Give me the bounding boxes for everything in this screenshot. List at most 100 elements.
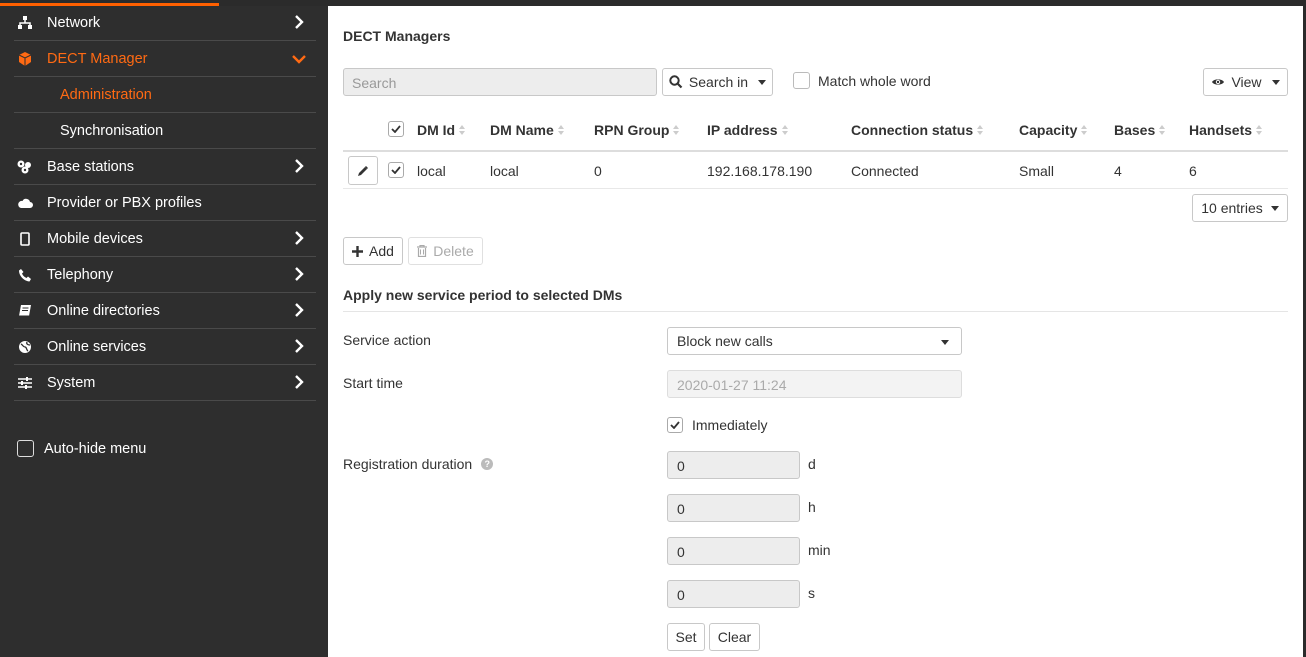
add-label: Add bbox=[369, 243, 394, 259]
unit-hours-label: h bbox=[808, 499, 816, 515]
column-header-dm-id[interactable]: DM Id bbox=[417, 122, 466, 138]
column-header-bases[interactable]: Bases bbox=[1114, 122, 1166, 138]
search-input[interactable]: Search bbox=[343, 68, 657, 96]
immediately-option[interactable]: Immediately bbox=[667, 417, 767, 433]
sidebar-item-mobile-devices[interactable]: Mobile devices bbox=[14, 221, 316, 257]
caret-down-icon bbox=[1270, 205, 1279, 211]
cell-handsets: 6 bbox=[1189, 163, 1197, 179]
base-stations-icon bbox=[15, 159, 35, 175]
cube-icon bbox=[15, 51, 35, 67]
start-time-label: Start time bbox=[343, 375, 403, 391]
check-icon bbox=[391, 166, 401, 174]
entries-label: 10 entries bbox=[1201, 200, 1263, 216]
cloud-icon bbox=[15, 195, 35, 211]
search-icon bbox=[669, 75, 683, 89]
registration-duration: Registration duration ? bbox=[343, 456, 494, 472]
sort-icon bbox=[1081, 125, 1088, 135]
sort-icon bbox=[1256, 125, 1263, 135]
pencil-icon bbox=[358, 165, 368, 176]
service-action-select[interactable]: Block new calls bbox=[667, 327, 962, 355]
row-checkbox[interactable] bbox=[388, 162, 404, 178]
sort-icon bbox=[781, 125, 789, 135]
eye-icon bbox=[1212, 79, 1225, 85]
autohide-toggle[interactable]: Auto-hide menu bbox=[17, 440, 146, 457]
sidebar-item-telephony[interactable]: Telephony bbox=[14, 257, 316, 293]
cell-connection-status: Connected bbox=[851, 163, 919, 179]
match-whole-word[interactable]: Match whole word bbox=[793, 72, 931, 89]
sidebar: Network DECT Manager Administration Sync… bbox=[0, 6, 328, 657]
sidebar-item-label: Online directories bbox=[47, 302, 160, 319]
cell-dm-id: local bbox=[417, 163, 446, 179]
cell-capacity: Small bbox=[1019, 163, 1055, 179]
sidebar-item-dect-manager[interactable]: DECT Manager bbox=[14, 41, 316, 77]
column-header-capacity[interactable]: Capacity bbox=[1019, 122, 1088, 138]
clear-button[interactable]: Clear bbox=[709, 623, 760, 651]
unit-days-label: d bbox=[808, 456, 816, 472]
caret-down-icon bbox=[941, 340, 949, 345]
sidebar-item-network[interactable]: Network bbox=[14, 5, 316, 41]
help-icon[interactable]: ? bbox=[481, 458, 494, 470]
sort-icon bbox=[1159, 125, 1166, 135]
select-all-checkbox[interactable] bbox=[388, 121, 404, 137]
caret-down-icon bbox=[1271, 79, 1280, 85]
autohide-label: Auto-hide menu bbox=[44, 440, 147, 457]
service-action-label: Service action bbox=[343, 332, 431, 348]
service-action-value: Block new calls bbox=[677, 333, 773, 349]
page-title: DECT Managers bbox=[343, 28, 451, 44]
sidebar-item-provider-pbx[interactable]: Provider or PBX profiles bbox=[14, 185, 316, 221]
sidebar-item-administration[interactable]: Administration bbox=[14, 77, 316, 113]
add-button[interactable]: Add bbox=[343, 237, 403, 265]
sidebar-item-label: Telephony bbox=[47, 266, 114, 283]
sidebar-item-system[interactable]: System bbox=[14, 365, 316, 401]
chevron-right-icon bbox=[295, 15, 304, 29]
set-button[interactable]: Set bbox=[667, 623, 705, 651]
sidebar-item-label: Administration bbox=[60, 86, 152, 103]
phone-icon bbox=[15, 267, 35, 283]
column-header-dm-name[interactable]: DM Name bbox=[490, 122, 565, 138]
chevron-right-icon bbox=[295, 303, 304, 317]
sidebar-item-label: Mobile devices bbox=[47, 230, 143, 247]
sidebar-item-label: Provider or PBX profiles bbox=[47, 194, 202, 211]
sidebar-item-label: Network bbox=[47, 14, 101, 31]
caret-down-icon bbox=[758, 79, 767, 85]
network-icon bbox=[15, 15, 35, 31]
table-header-divider bbox=[343, 150, 1288, 152]
sidebar-item-label: Base stations bbox=[47, 158, 135, 175]
delete-button[interactable]: Delete bbox=[408, 237, 483, 265]
delete-label: Delete bbox=[433, 243, 474, 259]
duration-days-input[interactable]: 0 bbox=[667, 451, 800, 479]
sidebar-item-online-directories[interactable]: Online directories bbox=[14, 293, 316, 329]
edit-button[interactable] bbox=[348, 156, 378, 185]
immediately-checkbox[interactable] bbox=[667, 417, 683, 433]
trash-icon bbox=[417, 245, 428, 257]
sidebar-item-synchronisation[interactable]: Synchronisation bbox=[14, 113, 316, 149]
registration-duration-label: Registration duration bbox=[343, 456, 473, 472]
column-header-rpn-group[interactable]: RPN Group bbox=[594, 122, 680, 138]
start-time-input[interactable]: 2020-01-27 11:24 bbox=[667, 370, 962, 398]
chevron-right-icon bbox=[295, 375, 304, 389]
column-header-handsets[interactable]: Handsets bbox=[1189, 122, 1263, 138]
cell-bases: 4 bbox=[1114, 163, 1122, 179]
globe-icon bbox=[15, 339, 35, 355]
duration-hours-input[interactable]: 0 bbox=[667, 494, 800, 522]
autohide-checkbox[interactable] bbox=[17, 440, 34, 457]
column-header-ip-address[interactable]: IP address bbox=[707, 122, 789, 138]
duration-seconds-input[interactable]: 0 bbox=[667, 580, 800, 608]
entries-per-page-select[interactable]: 10 entries bbox=[1192, 194, 1288, 222]
immediately-label: Immediately bbox=[692, 417, 768, 433]
cell-dm-name: local bbox=[490, 163, 519, 179]
main-content: DECT Managers Search Search in Match who… bbox=[328, 6, 1303, 657]
match-whole-word-checkbox[interactable] bbox=[793, 72, 810, 89]
table-row-divider bbox=[343, 188, 1288, 189]
unit-minutes-label: min bbox=[808, 542, 831, 558]
view-button[interactable]: View bbox=[1203, 68, 1288, 96]
check-icon bbox=[670, 421, 680, 429]
unit-seconds-label: s bbox=[808, 585, 815, 601]
section-divider bbox=[343, 311, 1288, 312]
sidebar-item-label: DECT Manager bbox=[47, 50, 148, 67]
search-in-button[interactable]: Search in bbox=[662, 68, 773, 96]
duration-minutes-input[interactable]: 0 bbox=[667, 537, 800, 565]
sidebar-item-base-stations[interactable]: Base stations bbox=[14, 149, 316, 185]
sidebar-item-online-services[interactable]: Online services bbox=[14, 329, 316, 365]
column-header-connection-status[interactable]: Connection status bbox=[851, 122, 984, 138]
